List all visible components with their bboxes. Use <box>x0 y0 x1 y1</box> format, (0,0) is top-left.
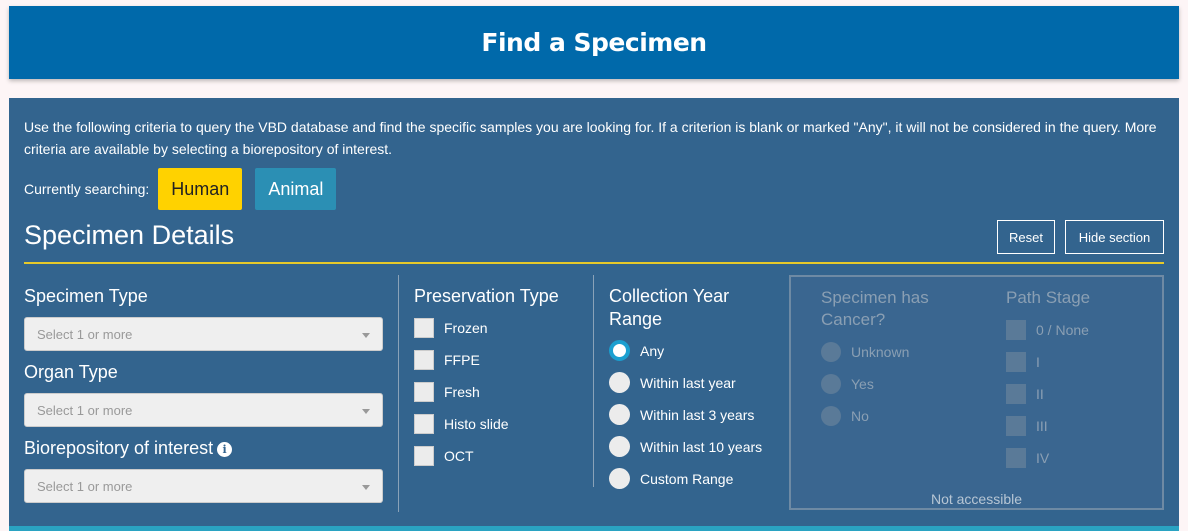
radio[interactable] <box>609 372 630 393</box>
checkbox-disabled <box>1006 320 1026 340</box>
search-panel: Use the following criteria to query the … <box>9 98 1179 531</box>
organ-type-select[interactable]: Select 1 or more <box>24 393 383 427</box>
intro-text: Use the following criteria to query the … <box>24 119 1157 157</box>
currently-searching-label: Currently searching: <box>24 181 150 197</box>
chevron-down-icon <box>362 485 370 490</box>
collection-option-last-year[interactable]: Within last year <box>609 372 736 393</box>
has-cancer-label: Specimen has Cancer? <box>821 287 929 331</box>
preservation-option-histo-slide[interactable]: Histo slide <box>414 414 509 434</box>
option-label: Unknown <box>851 344 910 360</box>
collection-option-last-3-years[interactable]: Within last 3 years <box>609 404 754 425</box>
has-cancer-label-line2: Cancer? <box>821 310 886 329</box>
radio-selected[interactable] <box>609 340 630 361</box>
checkbox-disabled <box>1006 352 1026 372</box>
radio-disabled <box>821 342 841 362</box>
radio[interactable] <box>609 404 630 425</box>
option-label: Within last 3 years <box>640 406 755 423</box>
collection-option-last-10-years[interactable]: Within last 10 years <box>609 436 762 457</box>
human-button[interactable]: Human <box>158 168 243 210</box>
radio[interactable] <box>609 468 630 489</box>
page-title: Find a Specimen <box>481 28 707 57</box>
checkbox-disabled <box>1006 384 1026 404</box>
option-label: Any <box>640 342 665 359</box>
option-label: IV <box>1036 450 1050 466</box>
reset-button[interactable]: Reset <box>997 220 1055 254</box>
biorepository-label-row: Biorepository of interest i <box>24 437 233 460</box>
page-header: Find a Specimen <box>9 6 1179 79</box>
restricted-criteria-box: Specimen has Cancer? Unknown Yes No Path… <box>789 275 1164 510</box>
organ-type-placeholder: Select 1 or more <box>37 402 133 418</box>
biorepository-select[interactable]: Select 1 or more <box>24 469 383 503</box>
option-label: Within last year <box>640 374 736 391</box>
collection-option-any[interactable]: Any <box>609 340 664 361</box>
checkbox-disabled <box>1006 448 1026 468</box>
checkbox[interactable] <box>414 414 434 434</box>
path-stage-option-iii: III <box>1006 416 1048 436</box>
species-toggle: Currently searching: Human Animal <box>24 168 349 210</box>
chevron-down-icon <box>362 333 370 338</box>
preservation-option-frozen[interactable]: Frozen <box>414 318 488 338</box>
cancer-option-unknown: Unknown <box>821 342 909 362</box>
specimen-type-select[interactable]: Select 1 or more <box>24 317 383 351</box>
option-label: Fresh <box>444 384 480 400</box>
radio[interactable] <box>609 436 630 457</box>
animal-button[interactable]: Animal <box>255 168 337 210</box>
checkbox-disabled <box>1006 416 1026 436</box>
option-label: Histo slide <box>444 416 509 432</box>
path-stage-option-ii: II <box>1006 384 1044 404</box>
collection-option-custom-range[interactable]: Custom Range <box>609 468 733 489</box>
info-icon[interactable]: i <box>217 441 233 457</box>
section-title: Specimen Details <box>24 220 235 250</box>
biorepository-placeholder: Select 1 or more <box>37 478 133 494</box>
cancer-option-no: No <box>821 406 869 426</box>
specimen-type-placeholder: Select 1 or more <box>37 326 133 342</box>
cancer-option-yes: Yes <box>821 374 874 394</box>
path-stage-option-i: I <box>1006 352 1040 372</box>
checkbox[interactable] <box>414 350 434 370</box>
checkbox[interactable] <box>414 318 434 338</box>
column-divider <box>593 275 594 487</box>
preservation-option-oct[interactable]: OCT <box>414 446 474 466</box>
section-divider <box>24 262 1164 264</box>
chevron-down-icon <box>362 409 370 414</box>
collection-year-label: Collection Year Range <box>609 285 729 331</box>
option-label: II <box>1036 386 1044 402</box>
specimen-type-label: Specimen Type <box>24 286 148 306</box>
hide-section-button[interactable]: Hide section <box>1065 220 1164 254</box>
path-stage-option-iv: IV <box>1006 448 1049 468</box>
option-label: Custom Range <box>640 470 734 487</box>
path-stage-label: Path Stage <box>1006 288 1091 307</box>
bottom-bar <box>9 526 1179 531</box>
preservation-type-label: Preservation Type <box>414 286 559 306</box>
option-label: OCT <box>444 448 474 464</box>
option-label: III <box>1036 418 1048 434</box>
checkbox[interactable] <box>414 446 434 466</box>
not-accessible-text: Not accessible <box>930 491 1023 507</box>
option-label: FFPE <box>444 352 480 368</box>
path-stage-option-0: 0 / None <box>1006 320 1089 340</box>
option-label: Yes <box>851 376 874 392</box>
radio-disabled <box>821 406 841 426</box>
collection-year-label-line1: Collection Year <box>609 286 730 306</box>
option-label: No <box>851 408 869 424</box>
preservation-option-fresh[interactable]: Fresh <box>414 382 480 402</box>
has-cancer-label-line1: Specimen has <box>821 288 929 307</box>
biorepository-label: Biorepository of interest <box>24 438 214 458</box>
preservation-option-ffpe[interactable]: FFPE <box>414 350 480 370</box>
option-label: I <box>1036 354 1040 370</box>
option-label: Within last 10 years <box>640 438 763 455</box>
checkbox[interactable] <box>414 382 434 402</box>
option-label: 0 / None <box>1036 322 1089 338</box>
radio-disabled <box>821 374 841 394</box>
collection-year-label-line2: Range <box>609 309 663 329</box>
column-divider <box>398 275 399 512</box>
organ-type-label: Organ Type <box>24 362 118 382</box>
option-label: Frozen <box>444 320 488 336</box>
